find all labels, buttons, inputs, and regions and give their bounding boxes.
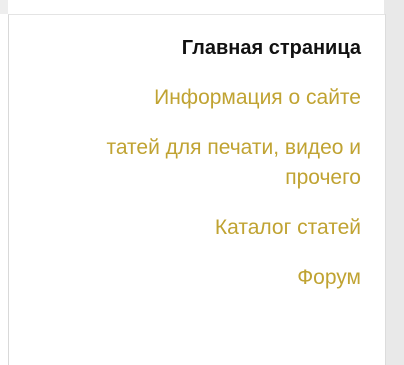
nav-item-printable-articles-line1: татей для печати, видео и	[106, 136, 361, 159]
nav-item-printable-articles-line2: прочего	[285, 166, 361, 189]
sidebar-panel: Главная страница Информация о сайте тате…	[8, 14, 385, 365]
nav-item-printable-articles[interactable]: татей для печати, видео и прочего	[9, 133, 361, 193]
nav-item-forum[interactable]: Форум	[9, 263, 361, 293]
page-frame: Главная страница Информация о сайте тате…	[0, 0, 404, 365]
corner-shade	[0, 0, 8, 14]
nav-item-article-catalog[interactable]: Каталог статей	[9, 213, 361, 243]
nav-item-home[interactable]: Главная страница	[9, 33, 361, 63]
right-gutter	[384, 0, 404, 365]
sidebar-nav: Главная страница Информация о сайте тате…	[9, 33, 361, 313]
nav-item-site-info[interactable]: Информация о сайте	[9, 83, 361, 113]
